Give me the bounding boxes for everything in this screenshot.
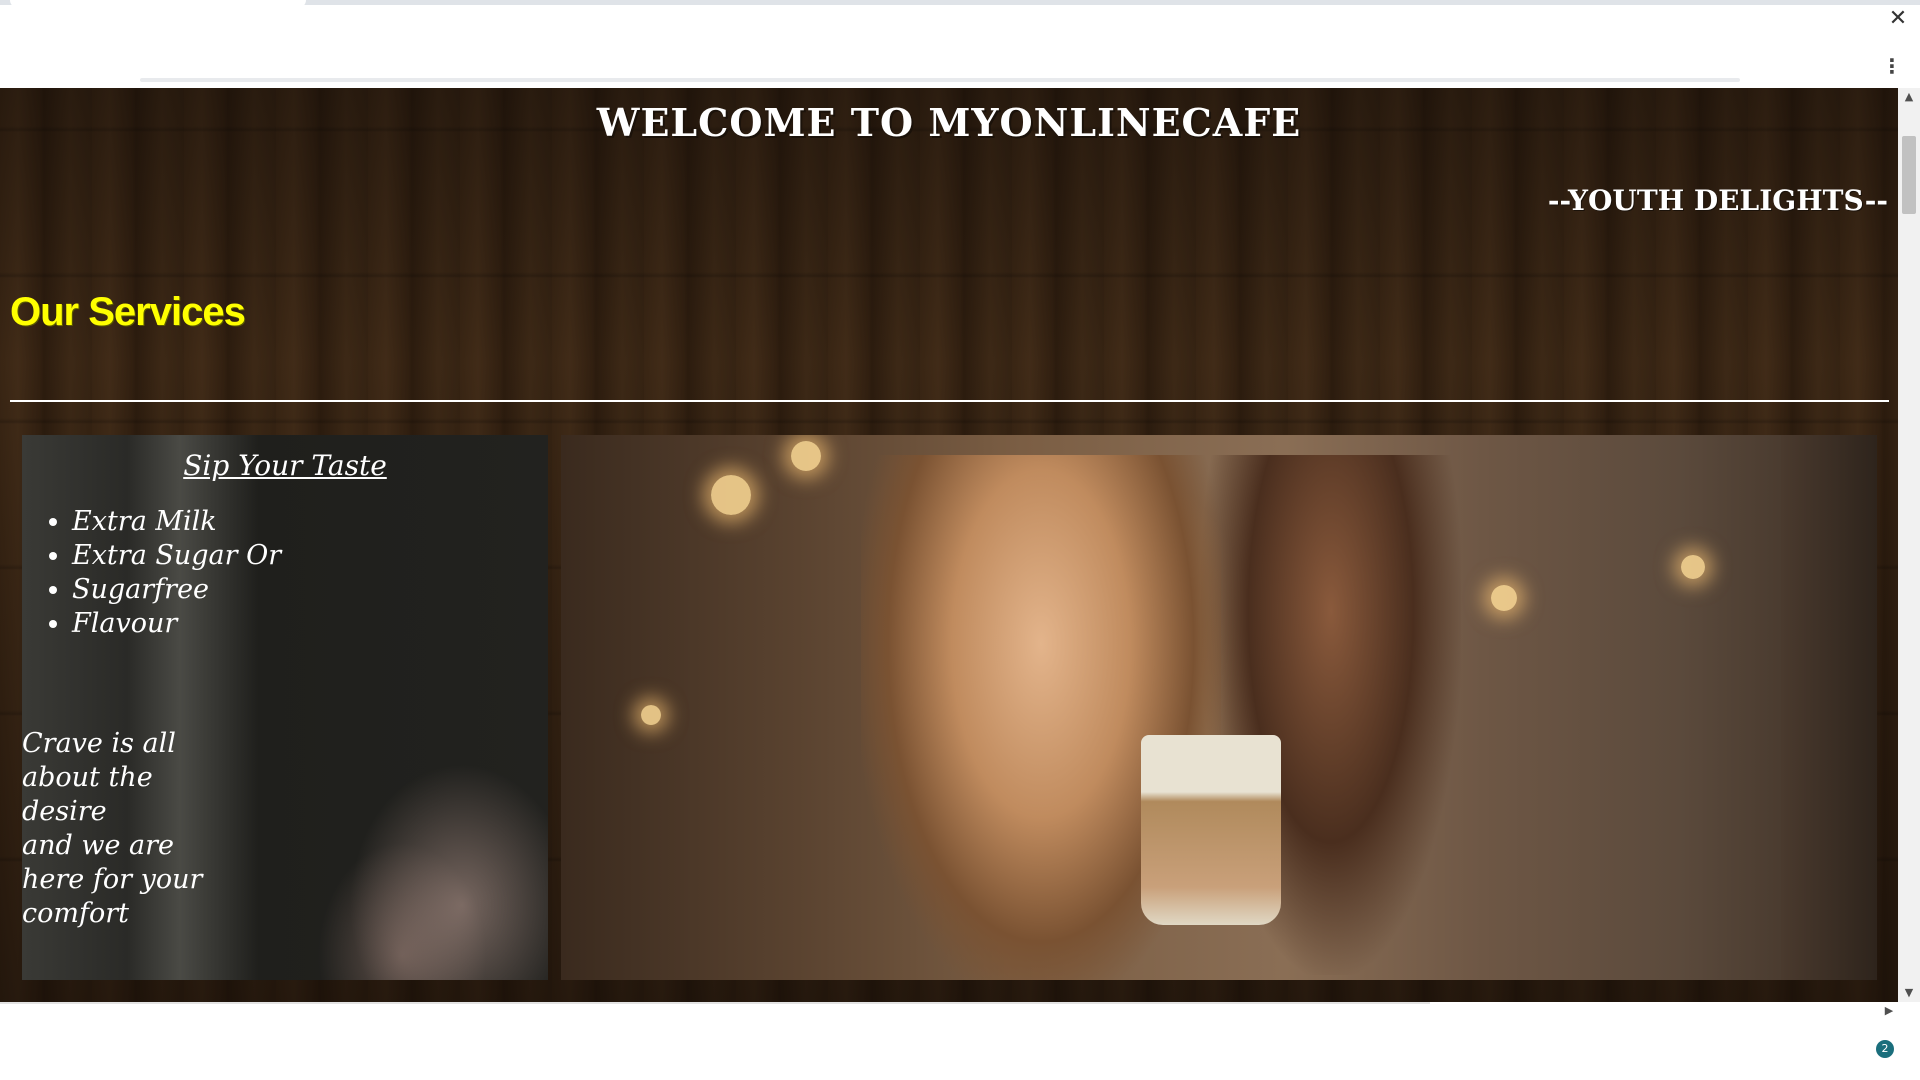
bokeh-light: [1681, 555, 1705, 579]
browser-toolbar: ✕ ⋮: [0, 0, 1920, 88]
coffee-cup: [1141, 735, 1281, 925]
image-edge: [1781, 435, 1877, 980]
services-heading: Our Services: [10, 290, 246, 334]
list-item: Extra Milk: [72, 505, 312, 539]
hero-image: [561, 435, 1877, 980]
service-card: Sip Your Taste Extra Milk Extra Sugar Or…: [22, 435, 548, 980]
section-divider: [10, 400, 1889, 402]
page-viewport: WELCOME TO MYONLINECAFE --YOUTH DELIGHTS…: [0, 88, 1898, 1002]
horizontal-scrollbar[interactable]: [0, 1002, 1430, 1004]
bokeh-light: [711, 475, 751, 515]
active-tab[interactable]: [10, 0, 306, 8]
tagline: --YOUTH DELIGHTS--: [1547, 184, 1888, 217]
card-title: Sip Your Taste: [183, 449, 387, 482]
scroll-right-icon[interactable]: ▶: [1880, 1002, 1898, 1020]
scroll-up-icon[interactable]: ▲: [1898, 88, 1920, 106]
list-item: Flavour: [72, 607, 312, 641]
bokeh-light: [791, 441, 821, 471]
page-title: WELCOME TO MYONLINECAFE: [596, 100, 1302, 145]
address-bar[interactable]: [140, 78, 1740, 82]
card-text-line: and we are here for your comfort: [22, 830, 203, 929]
bottom-bar: [0, 1002, 1920, 1080]
list-item: Sugarfree: [72, 573, 312, 607]
bokeh-light: [641, 705, 661, 725]
service-options-list: Extra Milk Extra Sugar Or Sugarfree Flav…: [22, 505, 312, 641]
vertical-scrollbar[interactable]: ▲ ▼: [1898, 88, 1920, 1002]
close-icon[interactable]: ✕: [1880, 4, 1916, 34]
list-item: Extra Sugar Or: [72, 539, 312, 573]
card-text-line: Crave is all about the desire: [22, 728, 176, 827]
scroll-down-icon[interactable]: ▼: [1898, 984, 1920, 1002]
notification-badge[interactable]: 2: [1876, 1040, 1894, 1058]
card-description: Crave is all about the desire and we are…: [22, 727, 212, 931]
scrollbar-thumb[interactable]: [1902, 136, 1916, 214]
bokeh-light: [1491, 585, 1517, 611]
browser-menu-icon[interactable]: ⋮: [1880, 52, 1904, 80]
